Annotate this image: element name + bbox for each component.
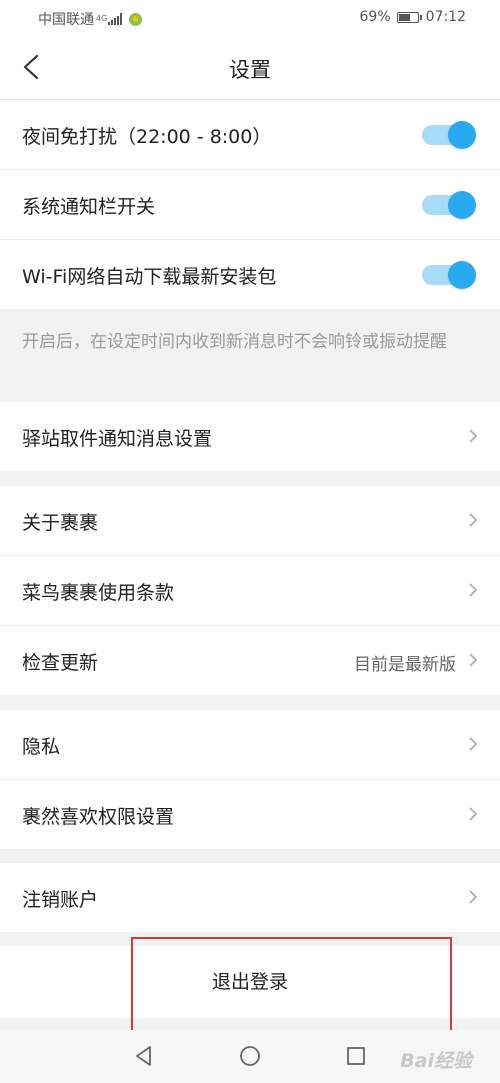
status-left: 中国联通 4G <box>38 9 143 29</box>
network-type: 4G <box>96 14 108 23</box>
chevron-right-icon <box>469 429 478 443</box>
list-item-permissions[interactable]: 裹然喜欢权限设置 <box>0 780 500 849</box>
section-privacy: 隐私 裹然喜欢权限设置 <box>0 710 500 849</box>
list-item-terms[interactable]: 菜鸟裹裹使用条款 <box>0 556 500 626</box>
chevron-right-icon <box>469 737 478 751</box>
list-item-check-update[interactable]: 检查更新 目前是最新版 <box>0 626 500 695</box>
back-triangle-icon[interactable] <box>132 1044 156 1068</box>
notification-toggles: 夜间免打扰（22:00 - 8:00） 系统通知栏开关 Wi-Fi网络自动下载最… <box>0 100 500 309</box>
update-status: 目前是最新版 <box>354 655 456 675</box>
logout-section: 退出登录 <box>0 946 500 1018</box>
chevron-right-icon <box>469 807 478 821</box>
dnd-toggle[interactable] <box>422 121 476 149</box>
status-bar: 中国联通 4G 69% 07:12 <box>0 0 500 36</box>
chevron-right-icon <box>469 653 478 667</box>
list-item-label: 注销账户 <box>22 889 99 911</box>
list-item-cancel-account[interactable]: 注销账户 <box>0 863 500 932</box>
chevron-right-icon <box>469 890 478 904</box>
list-item-label: 检查更新 <box>22 652 99 674</box>
logout-button[interactable]: 退出登录 <box>0 946 500 1018</box>
status-right: 69% 07:12 <box>360 9 466 25</box>
wifi-download-toggle[interactable] <box>422 261 476 289</box>
battery-icon <box>396 11 422 23</box>
clock: 07:12 <box>425 9 466 25</box>
section-account: 注销账户 <box>0 863 500 932</box>
recents-square-icon[interactable] <box>344 1044 368 1068</box>
list-item-label: 关于裹裹 <box>22 512 99 534</box>
home-circle-icon[interactable] <box>238 1044 262 1068</box>
dnd-hint-text: 开启后，在设定时间内收到新消息时不会响铃或振动提醒 <box>22 332 447 352</box>
system-notify-toggle[interactable] <box>422 191 476 219</box>
toggle-label-wifi-download: Wi-Fi网络自动下载最新安装包 <box>22 266 277 288</box>
carrier-name: 中国联通 <box>38 12 94 28</box>
list-item-label: 驿站取件通知消息设置 <box>22 428 213 450</box>
toggle-row-dnd: 夜间免打扰（22:00 - 8:00） <box>0 100 500 170</box>
chevron-right-icon <box>469 583 478 597</box>
section-about: 关于裹裹 菜鸟裹裹使用条款 检查更新 目前是最新版 <box>0 486 500 695</box>
toggle-row-system-notify: 系统通知栏开关 <box>0 170 500 240</box>
toggle-label-dnd: 夜间免打扰（22:00 - 8:00） <box>22 126 272 148</box>
header: 设置 <box>0 36 500 100</box>
battery-percent: 69% <box>359 9 391 25</box>
page-title: 设置 <box>229 58 271 82</box>
list-item-privacy[interactable]: 隐私 <box>0 710 500 780</box>
chevron-right-icon <box>469 513 478 527</box>
list-item-pickup-notify[interactable]: 驿站取件通知消息设置 <box>0 402 500 471</box>
system-nav-bar: Bai经验 <box>0 1030 500 1083</box>
list-item-label: 隐私 <box>22 736 61 758</box>
list-item-label: 裹然喜欢权限设置 <box>22 806 175 828</box>
toggle-row-wifi-download: Wi-Fi网络自动下载最新安装包 <box>0 240 500 309</box>
notification-app-icon <box>129 12 143 26</box>
toggle-label-system-notify: 系统通知栏开关 <box>22 196 156 218</box>
list-item-label: 菜鸟裹裹使用条款 <box>22 582 175 604</box>
section-pickup: 驿站取件通知消息设置 <box>0 402 500 471</box>
list-item-about[interactable]: 关于裹裹 <box>0 486 500 556</box>
signal-icon <box>108 13 123 25</box>
watermark: Bai经验 <box>400 1050 472 1072</box>
